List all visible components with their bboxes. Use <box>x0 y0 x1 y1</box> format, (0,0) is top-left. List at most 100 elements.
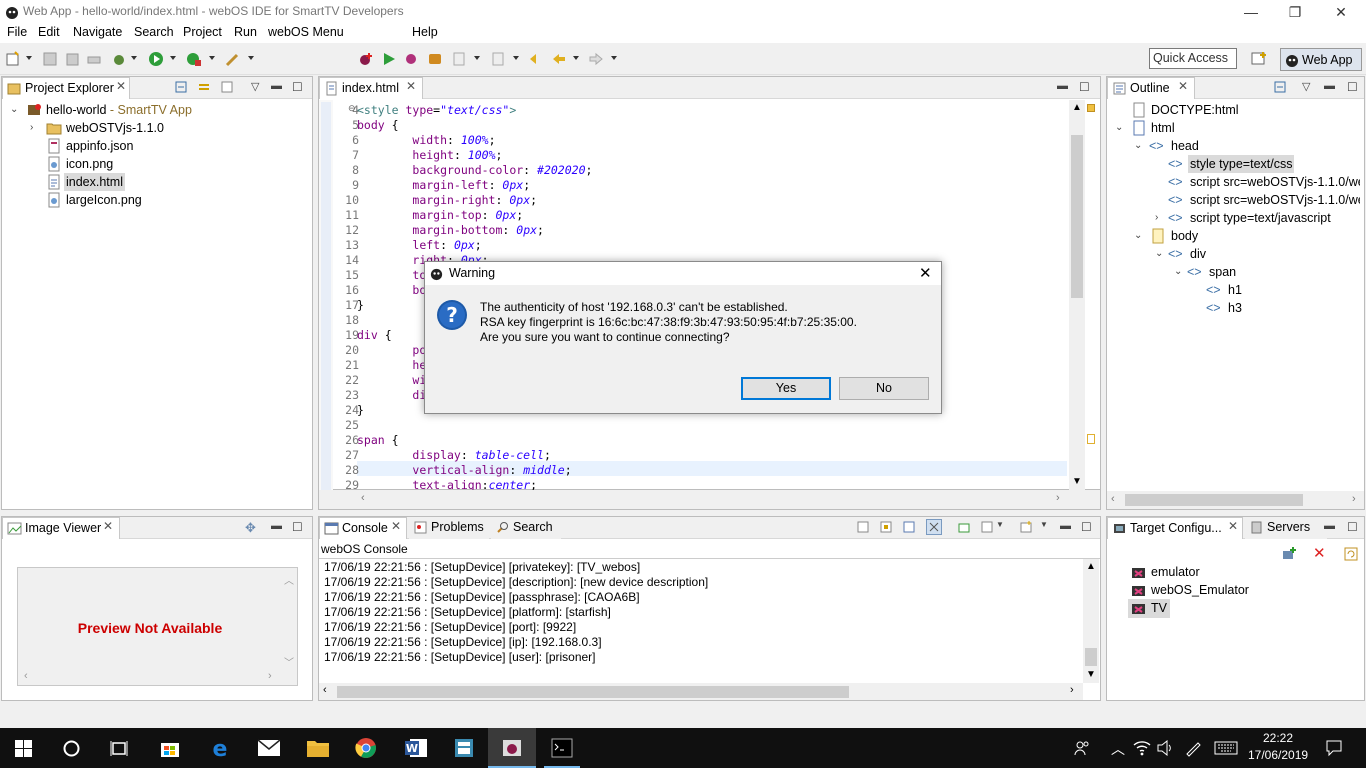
debug-app-icon[interactable] <box>403 51 419 67</box>
outline-item-body[interactable]: body <box>1171 227 1198 245</box>
scroll-up-icon[interactable]: ︿ <box>284 572 294 587</box>
code-line[interactable]: width: 100%; <box>357 133 495 147</box>
close-tab-icon[interactable]: ✕ <box>103 519 113 533</box>
close-tab-icon[interactable]: ✕ <box>391 519 401 533</box>
print-icon[interactable] <box>86 51 102 67</box>
outline-item-head[interactable]: head <box>1171 137 1199 155</box>
minimize-panel-icon[interactable]: ▬ <box>1057 80 1068 92</box>
scroll-down-icon[interactable]: ▼ <box>1086 669 1096 680</box>
close-tab-icon[interactable]: ✕ <box>116 79 126 93</box>
webos-ide-taskbar-item[interactable] <box>488 728 536 768</box>
word-icon[interactable]: W <box>404 737 428 759</box>
expand-icon[interactable]: ⌄ <box>1134 140 1142 151</box>
last-edit-icon[interactable] <box>527 51 543 67</box>
open-console-icon[interactable] <box>980 520 994 534</box>
cmd-taskbar-item[interactable] <box>538 728 586 768</box>
word-wrap-icon[interactable] <box>902 520 916 534</box>
outline-item-script[interactable]: script src=webOSTVjs-1.1.0/webOSTV.js <box>1190 173 1360 191</box>
expand-icon[interactable]: ⌄ <box>1134 230 1142 241</box>
expand-project-icon[interactable]: ⌄ <box>10 104 18 115</box>
debug-dropdown-icon[interactable] <box>131 56 137 60</box>
tree-item-index-html[interactable]: index.html <box>64 173 125 191</box>
editor-vscrollbar[interactable]: ▲ ▼ <box>1069 100 1085 490</box>
chrome-icon[interactable] <box>355 737 377 759</box>
volume-icon[interactable] <box>1157 740 1175 756</box>
scroll-left-icon[interactable]: ‹ <box>1111 493 1115 505</box>
scroll-thumb[interactable] <box>1071 135 1083 298</box>
back-dropdown-icon[interactable] <box>573 56 579 60</box>
outline-item-span[interactable]: span <box>1209 263 1236 281</box>
tab-search[interactable]: Search <box>491 517 561 539</box>
new-icon[interactable] <box>220 80 234 94</box>
refresh-target-icon[interactable] <box>1343 546 1359 562</box>
scroll-lock-icon[interactable] <box>879 520 893 534</box>
code-line[interactable]: margin-top: 0px; <box>357 208 523 222</box>
new-dropdown-icon[interactable] <box>26 56 32 60</box>
minimize-button[interactable]: — <box>1228 0 1274 24</box>
maximize-panel-icon[interactable]: ☐ <box>1081 520 1092 534</box>
open-console-dropdown-icon[interactable]: ▼ <box>996 520 1004 529</box>
edge-icon[interactable]: e <box>209 737 231 759</box>
overview-marker[interactable] <box>1087 104 1095 112</box>
scroll-thumb[interactable] <box>1085 648 1097 666</box>
code-line[interactable]: height: 100%; <box>357 148 502 162</box>
dialog-close-icon[interactable]: ✕ <box>919 264 932 282</box>
windows-start-icon[interactable] <box>15 740 32 757</box>
tab-index-html[interactable]: index.html ✕ <box>319 77 423 99</box>
minimize-panel-icon[interactable]: ▬ <box>1324 520 1335 532</box>
code-line[interactable]: } <box>357 298 364 312</box>
outline-hscrollbar[interactable]: ‹ › <box>1107 491 1364 509</box>
code-line[interactable]: vertical-align: middle; <box>357 463 571 477</box>
target-item-emulator[interactable]: emulator <box>1151 563 1200 581</box>
close-tab-icon[interactable]: ✕ <box>1178 79 1188 93</box>
view-menu-icon[interactable]: ▽ <box>251 80 259 93</box>
expand-icon[interactable]: › <box>1155 212 1158 223</box>
wand-icon[interactable] <box>225 51 241 67</box>
editor-hscrollbar[interactable]: ‹ › <box>318 490 1101 510</box>
quick-access-input[interactable]: Quick Access <box>1149 48 1237 69</box>
scroll-thumb[interactable] <box>337 686 849 698</box>
keyboard-icon[interactable] <box>1214 741 1238 755</box>
menu-navigate[interactable]: Navigate <box>73 25 122 39</box>
scroll-right-icon[interactable]: › <box>1056 492 1060 504</box>
open-perspective-icon[interactable] <box>1250 50 1268 68</box>
code-line[interactable]: po <box>357 343 426 357</box>
code-line[interactable]: margin-right: 0px; <box>357 193 537 207</box>
tree-item-project[interactable]: hello-world - SmartTV App <box>46 101 192 119</box>
code-line[interactable]: background-color: #202020; <box>357 163 592 177</box>
expand-folder-icon[interactable]: › <box>30 122 33 133</box>
code-line[interactable]: to <box>357 268 426 282</box>
minimize-panel-icon[interactable]: ▬ <box>1324 80 1335 92</box>
wand-dropdown-icon[interactable] <box>248 56 254 60</box>
tab-servers[interactable]: Servers <box>1245 517 1327 539</box>
minimize-panel-icon[interactable]: ▬ <box>271 520 282 532</box>
external-tools-dropdown-icon[interactable] <box>209 56 215 60</box>
file-explorer-icon[interactable] <box>306 738 330 758</box>
scroll-right-icon[interactable]: › <box>1070 684 1074 696</box>
scroll-left-icon[interactable]: ‹ <box>361 492 365 504</box>
action-center-icon[interactable] <box>1325 739 1343 757</box>
outline-item-doctype[interactable]: DOCTYPE:html <box>1151 101 1239 119</box>
show-hidden-icons[interactable]: ︿ <box>1111 739 1125 759</box>
scroll-left-icon[interactable]: ‹ <box>323 684 327 696</box>
new-webos-project-icon[interactable] <box>358 51 374 67</box>
code-line[interactable]: wi <box>357 373 426 387</box>
outline-item-div[interactable]: div <box>1190 245 1206 263</box>
code-line[interactable]: bo <box>357 283 426 297</box>
menu-help[interactable]: Help <box>412 25 438 39</box>
close-tab-icon[interactable]: ✕ <box>1228 519 1238 533</box>
clock-date[interactable]: 17/06/2019 <box>1248 748 1308 762</box>
new-console-icon[interactable] <box>1019 520 1033 534</box>
link-editor-icon[interactable] <box>197 80 211 94</box>
package-icon[interactable] <box>427 51 443 67</box>
cortana-icon[interactable] <box>63 740 80 757</box>
save-all-icon[interactable] <box>64 51 80 67</box>
scroll-right-icon[interactable]: › <box>268 670 272 682</box>
run-dropdown-icon[interactable] <box>170 56 176 60</box>
tab-image-viewer[interactable]: Image Viewer ✕ <box>2 517 120 539</box>
code-line[interactable]: margin-left: 0px; <box>357 178 530 192</box>
pen-workspace-icon[interactable] <box>1184 739 1202 757</box>
tree-item-appinfo[interactable]: appinfo.json <box>66 137 133 155</box>
people-icon[interactable] <box>1073 739 1091 757</box>
scroll-right-icon[interactable]: › <box>1352 493 1356 505</box>
